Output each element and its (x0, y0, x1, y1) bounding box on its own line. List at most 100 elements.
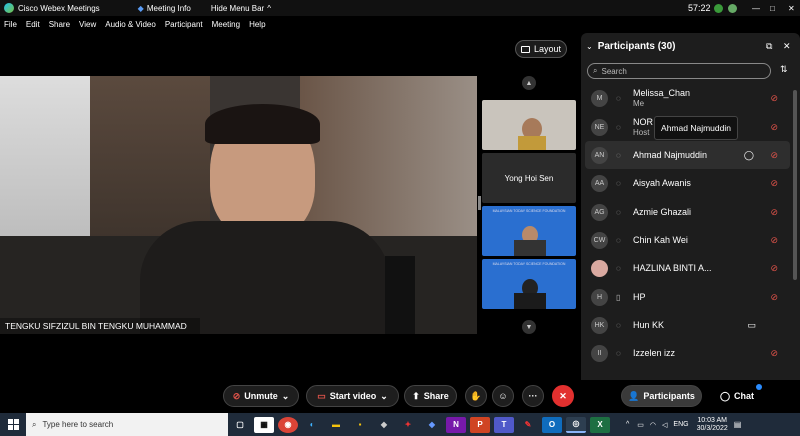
scroll-down-button[interactable]: ▼ (522, 320, 536, 334)
participant-search-input[interactable]: ⌕ Search (587, 63, 771, 79)
participant-row[interactable]: HK ◌ Hun KK ▭ (585, 311, 790, 339)
powerpoint-icon[interactable]: P (470, 416, 490, 433)
teams-icon[interactable]: T (494, 416, 514, 433)
menu-bar: File Edit Share View Audio & Video Parti… (0, 16, 800, 33)
avatar: II (591, 344, 608, 362)
app-icon-3[interactable]: ✦ (398, 417, 418, 433)
onenote-icon[interactable]: N (446, 416, 466, 433)
chrome-icon[interactable]: ◉ (278, 416, 298, 433)
title-bar: Cisco Webex Meetings ◆ Meeting Info Hide … (0, 0, 800, 16)
participant-row[interactable]: II ◌ Izzelen izz ⊘ (585, 339, 790, 367)
tray-chevron-icon[interactable]: ^ (626, 421, 629, 428)
app-icon[interactable]: ▦ (254, 416, 274, 433)
mic-muted-icon[interactable]: ⊘ (770, 122, 778, 133)
panel-scrollbar[interactable] (793, 90, 797, 280)
mic-muted-icon[interactable]: ⊘ (770, 150, 778, 161)
chevron-down-icon[interactable]: ⌄ (282, 391, 290, 402)
active-speaker-video[interactable] (0, 76, 477, 334)
windows-start-button[interactable] (0, 413, 26, 436)
windows-logo-icon (7, 419, 19, 430)
sort-icon[interactable]: ⇅ (780, 64, 788, 75)
mic-muted-icon[interactable]: ⊘ (770, 93, 778, 104)
mic-muted-icon[interactable]: ⊘ (770, 235, 778, 246)
thumbnail-yong-hoi-sen[interactable]: Yong Hoi Sen (482, 153, 576, 203)
participant-row[interactable]: ◌ HAZLINA BINTI A... ⊘ (585, 254, 790, 282)
mic-muted-icon[interactable]: ⊘ (770, 263, 778, 274)
webex-taskbar-icon[interactable]: ◎ (566, 416, 586, 433)
maximize-button[interactable]: □ (770, 4, 775, 13)
language-indicator[interactable]: ENG (673, 421, 688, 428)
chat-button[interactable]: ◯ Chat (712, 385, 762, 407)
collapse-chevron-icon[interactable]: ⌄ (586, 42, 593, 51)
chat-bubble-icon[interactable]: ◯ (744, 150, 754, 161)
participant-row[interactable]: H ▯ HP ⊘ (585, 283, 790, 311)
people-icon: 👤 (628, 390, 640, 401)
menu-file[interactable]: File (4, 20, 17, 29)
share-button[interactable]: ⬆ Share (404, 385, 457, 407)
task-view-icon[interactable]: ▢ (230, 417, 250, 433)
edge-icon[interactable]: ◐ (302, 417, 322, 433)
avatar-photo (591, 259, 608, 277)
menu-edit[interactable]: Edit (26, 20, 40, 29)
excel-icon[interactable]: X (590, 416, 610, 433)
thumbnail-video-4[interactable]: MALAYSIAN TODAY SCIENCE FOUNDATION (482, 259, 576, 309)
outlook-icon[interactable]: O (542, 416, 562, 433)
mic-muted-icon[interactable]: ⊘ (770, 348, 778, 359)
menu-share[interactable]: Share (49, 20, 70, 29)
menu-help[interactable]: Help (249, 20, 265, 29)
clock[interactable]: 10:03 AM 30/3/2022 (697, 417, 728, 433)
avatar: M (591, 89, 608, 107)
participant-name: Melissa_Chan (633, 88, 691, 98)
participant-row[interactable]: CW ◌ Chin Kah Wei ⊘ (585, 226, 790, 254)
layout-button[interactable]: Layout (515, 40, 567, 58)
notifications-icon[interactable]: ▤ (734, 420, 742, 429)
search-icon: ⌕ (32, 419, 37, 429)
volume-icon[interactable]: ◁ (662, 421, 667, 429)
app-title: Cisco Webex Meetings (18, 3, 100, 13)
participant-row[interactable]: AG ◌ Azmie Ghazali ⊘ (585, 198, 790, 226)
menu-meeting[interactable]: Meeting (212, 20, 240, 29)
hide-menu-bar-button[interactable]: Hide Menu Bar ^ (211, 4, 271, 13)
mic-muted-icon[interactable]: ⊘ (770, 292, 778, 303)
meeting-timer: 57:22 (688, 3, 711, 13)
app-icon-4[interactable]: ◆ (422, 417, 442, 433)
app-icon-2[interactable]: ◆ (374, 417, 394, 433)
avatar: AN (591, 146, 608, 164)
participants-button[interactable]: 👤 Participants (621, 385, 702, 407)
participant-row[interactable]: AA ◌ Aisyah Awanis ⊘ (585, 169, 790, 197)
participant-row-hovered[interactable]: AN ◌ Ahmad Najmuddin ◯ ⊘ (585, 141, 790, 169)
wifi-icon[interactable]: ◠ (650, 421, 656, 429)
chevron-down-icon[interactable]: ⌄ (380, 391, 388, 402)
app-icon-5[interactable]: ✎ (518, 417, 538, 433)
participants-header: ⌄ Participants (30) ⧉ ✕ (586, 38, 796, 54)
scroll-up-button[interactable]: ▲ (522, 76, 536, 90)
mic-muted-icon[interactable]: ⊘ (770, 207, 778, 218)
popout-icon[interactable]: ⧉ (766, 41, 772, 52)
sticky-notes-icon[interactable]: ▪ (350, 417, 370, 433)
meeting-info-button[interactable]: ◆ Meeting Info (138, 4, 191, 13)
leave-meeting-button[interactable]: ✕ (552, 385, 574, 407)
menu-participant[interactable]: Participant (165, 20, 203, 29)
unmute-button[interactable]: ⊘ Unmute ⌄ (223, 385, 299, 407)
file-explorer-icon[interactable]: ▬ (326, 417, 346, 433)
participant-row[interactable]: M ◌ Melissa_Chan Me ⊘ (585, 84, 790, 112)
close-panel-icon[interactable]: ✕ (783, 41, 791, 52)
network-icon[interactable]: ▭ (637, 421, 644, 429)
avatar[interactable] (728, 3, 737, 13)
resize-handle[interactable] (478, 196, 481, 210)
audio-icon: ◌ (616, 207, 621, 217)
reactions-button[interactable]: ☺ (492, 385, 514, 407)
minimize-button[interactable]: — (752, 4, 760, 13)
raise-hand-button[interactable]: ✋ (465, 385, 487, 407)
more-options-button[interactable]: ··· (522, 385, 544, 407)
taskbar-search-box[interactable]: ⌕ Type here to search (26, 413, 228, 436)
mic-muted-icon[interactable]: ⊘ (770, 178, 778, 189)
audio-icon: ◌ (616, 348, 621, 358)
participant-role: Host (633, 128, 650, 137)
thumbnail-video-3[interactable]: MALAYSIAN TODAY SCIENCE FOUNDATION (482, 206, 576, 256)
menu-view[interactable]: View (79, 20, 96, 29)
start-video-button[interactable]: ▭ Start video ⌄ (306, 385, 399, 407)
thumbnail-video-1[interactable] (482, 100, 576, 150)
menu-audio-video[interactable]: Audio & Video (105, 20, 156, 29)
close-button[interactable]: ✕ (788, 4, 795, 13)
